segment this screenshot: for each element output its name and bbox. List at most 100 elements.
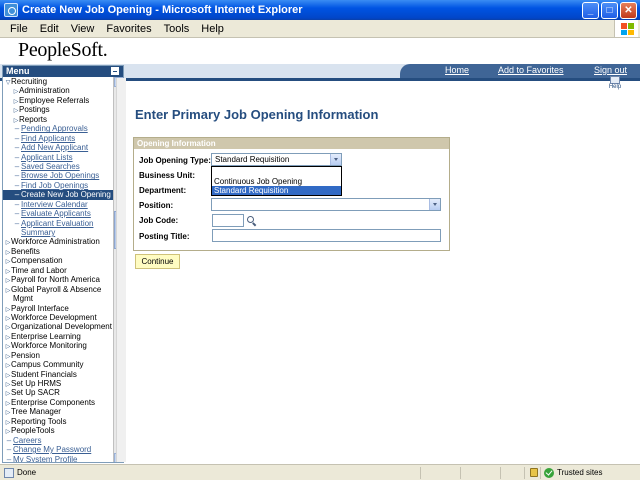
dash-icon: – [14,218,20,228]
sidebar-item-my-system-profile[interactable]: – My System Profile [3,454,115,463]
close-button[interactable]: ✕ [620,1,637,19]
sidebar-item-find-job-openings[interactable]: – Find Job Openings [3,181,115,190]
dash-icon: – [14,209,20,219]
add-to-favorites-link[interactable]: Add to Favorites [498,65,564,75]
chevron-down-icon[interactable] [330,154,341,165]
internet-explorer-icon [4,3,18,17]
sidebar-item-interview-calendar[interactable]: – Interview Calendar [3,200,115,209]
sidebar-item-label: Global Payroll & Absence [11,284,102,294]
lookup-icon[interactable] [247,216,257,227]
sidebar-item-administration[interactable]: ▷Administration [3,86,115,95]
sidebar-item-label: Employee Referrals [19,95,90,105]
sidebar-item-label: Interview Calendar [21,199,88,209]
dash-icon: – [14,161,20,171]
sidebar-item-label: Student Financials [11,369,77,379]
peoplesoft-header: PeopleSoft. [0,38,640,64]
dropdown-option[interactable]: Continuous Job Opening [212,177,341,186]
dropdown-option-selected[interactable]: Standard Requisition [212,186,341,195]
security-zone-text: Trusted sites [557,468,603,477]
group-title: Opening Information [134,138,449,149]
maximize-button[interactable]: □ [601,1,618,19]
sidebar-item-label: My System Profile [13,454,78,463]
sidebar-item-set-up-sacr[interactable]: ▷Set Up SACR [3,388,115,397]
page-scrollbar[interactable] [116,78,126,462]
sidebar-item-summary[interactable]: Summary [3,228,115,237]
sidebar-item-enterprise-learning[interactable]: ▷Enterprise Learning [3,332,115,341]
sidebar-item-browse-job-openings[interactable]: – Browse Job Openings [3,171,115,180]
job-code-label: Job Code: [139,216,179,225]
sidebar-item-payroll-for-north-america[interactable]: ▷Payroll for North America [3,275,115,284]
dash-icon: – [14,190,20,200]
help-icon[interactable]: Help [608,76,622,90]
sidebar-item-pending-approvals[interactable]: – Pending Approvals [3,124,115,133]
window-title: Create New Job Opening - Microsoft Inter… [22,4,303,16]
sidebar-item-enterprise-components[interactable]: ▷Enterprise Components [3,398,115,407]
sidebar-item-time-and-labor[interactable]: ▷Time and Labor [3,266,115,275]
dash-icon: – [6,454,12,463]
menu-title: Menu [6,66,30,76]
continue-button[interactable]: Continue [135,254,180,269]
sidebar-item-postings[interactable]: ▷Postings [3,105,115,114]
sidebar-item-organizational-development[interactable]: ▷Organizational Development [3,322,115,331]
sidebar-item-workforce-administration[interactable]: ▷Workforce Administration [3,237,115,246]
menu-favorites[interactable]: Favorites [100,23,157,35]
job-opening-type-select[interactable]: Standard Requisition [211,153,342,166]
dash-icon: – [6,435,12,445]
sidebar-item-label: Find Job Openings [21,180,89,190]
sidebar-item-evaluate-applicants[interactable]: – Evaluate Applicants [3,209,115,218]
sidebar-item-label: Pension [11,350,40,360]
sidebar-item-careers[interactable]: – Careers [3,436,115,445]
sidebar-item-employee-referrals[interactable]: ▷Employee Referrals [3,96,115,105]
sidebar-item-set-up-hrms[interactable]: ▷Set Up HRMS [3,379,115,388]
sidebar-item-payroll-interface[interactable]: ▷Payroll Interface [3,304,115,313]
sidebar-item-change-my-password[interactable]: – Change My Password [3,445,115,454]
sidebar-item-label: Administration [19,86,70,96]
business-unit-label: Business Unit: [139,171,196,180]
dash-icon: – [14,199,20,209]
sidebar-item-saved-searches[interactable]: – Saved Searches [3,162,115,171]
sidebar-item-tree-manager[interactable]: ▷Tree Manager [3,407,115,416]
sidebar-item-label: Create New Job Opening [21,190,111,200]
sidebar-item-benefits[interactable]: ▷Benefits [3,247,115,256]
dash-icon: – [14,152,20,162]
sidebar-item-reporting-tools[interactable]: ▷Reporting Tools [3,417,115,426]
job-code-input[interactable] [212,214,244,227]
position-select[interactable] [211,198,441,211]
menu-file[interactable]: File [4,23,34,35]
sidebar-item-applicant-lists[interactable]: – Applicant Lists [3,153,115,162]
home-link[interactable]: Home [445,65,469,75]
sidebar-item-create-new-job-opening[interactable]: – Create New Job Opening [3,190,115,200]
sidebar-item-label: Set Up HRMS [11,379,62,388]
sidebar-item-label: Applicant Lists [21,152,73,162]
sidebar-item-applicant-evaluation[interactable]: – Applicant Evaluation [3,219,115,228]
dash-icon: – [14,124,20,134]
sidebar-item-global-payroll-absence[interactable]: ▷Global Payroll & Absence [3,285,115,294]
sidebar-item-mgmt[interactable]: Mgmt [3,294,115,303]
menu-view[interactable]: View [65,23,101,35]
chevron-down-icon[interactable] [429,199,440,210]
sidebar-item-pension[interactable]: ▷Pension [3,351,115,360]
sidebar-item-label: Reporting Tools [11,416,67,426]
sidebar-item-peopletools[interactable]: ▷PeopleTools [3,426,115,435]
dash-icon: – [14,143,20,153]
sidebar-item-campus-community[interactable]: ▷Campus Community [3,360,115,369]
sidebar-item-compensation[interactable]: ▷Compensation [3,256,115,265]
sidebar-item-reports[interactable]: ▷Reports [3,115,115,124]
sidebar-item-student-financials[interactable]: ▷Student Financials [3,370,115,379]
posting-title-input[interactable] [212,229,441,242]
menu-help[interactable]: Help [195,23,230,35]
sidebar-item-label: Payroll for North America [11,275,100,285]
sidebar-item-workforce-monitoring[interactable]: ▷Workforce Monitoring [3,341,115,350]
sidebar-item-add-new-applicant[interactable]: – Add New Applicant [3,143,115,152]
collapse-menu-icon[interactable] [111,67,119,75]
sidebar-item-find-applicants[interactable]: – Find Applicants [3,134,115,143]
minimize-button[interactable]: _ [582,1,599,19]
menu-edit[interactable]: Edit [34,23,65,35]
sidebar-item-label: Find Applicants [21,133,76,143]
sidebar-item-label: Reports [19,114,48,124]
menu-tools[interactable]: Tools [158,23,196,35]
sidebar-item-label: Pending Approvals [21,124,88,134]
sidebar-item-recruiting[interactable]: ▽Recruiting [3,77,115,86]
sidebar-item-workforce-development[interactable]: ▷Workforce Development [3,313,115,322]
sign-out-link[interactable]: Sign out [594,65,627,75]
